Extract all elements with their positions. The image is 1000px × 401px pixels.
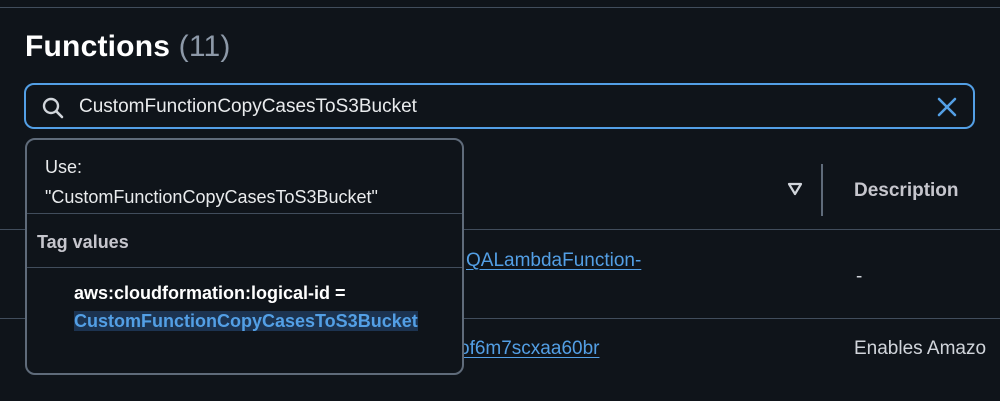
use-value: "CustomFunctionCopyCasesToS3Bucket" bbox=[45, 187, 378, 207]
tag-key-label: aws:cloudformation:logical-id = bbox=[74, 283, 346, 303]
top-divider bbox=[0, 7, 1000, 8]
page-title: Functions (11) bbox=[25, 30, 231, 64]
group-label-tag-values: Tag values bbox=[37, 232, 129, 252]
column-resize-handle[interactable] bbox=[821, 164, 823, 216]
function-description: Enables Amazo bbox=[854, 338, 987, 359]
use-search-option[interactable]: Use: "CustomFunctionCopyCasesToS3Bucket" bbox=[45, 152, 378, 212]
function-name-link[interactable]: of6m7scxaa60br bbox=[459, 338, 599, 360]
dropdown-divider bbox=[27, 267, 462, 268]
function-description: - bbox=[856, 266, 863, 287]
search-suggestions-dropdown: Use: "CustomFunctionCopyCasesToS3Bucket"… bbox=[25, 138, 464, 375]
function-count: (11) bbox=[178, 30, 231, 63]
sort-descending-icon[interactable] bbox=[787, 182, 803, 196]
search-input[interactable]: CustomFunctionCopyCasesToS3Bucket bbox=[79, 96, 417, 118]
clear-icon[interactable] bbox=[935, 95, 959, 119]
page-title-text: Functions bbox=[25, 30, 171, 63]
tag-value-highlight: CustomFunctionCopyCasesToS3Bucket bbox=[74, 311, 418, 331]
column-header-description[interactable]: Description bbox=[854, 180, 959, 202]
dropdown-divider bbox=[27, 213, 462, 214]
function-name-link[interactable]: QALambdaFunction- bbox=[466, 250, 641, 272]
use-label: Use: bbox=[45, 157, 83, 177]
tag-value-option[interactable]: aws:cloudformation:logical-id = CustomFu… bbox=[74, 279, 454, 335]
search-field[interactable]: CustomFunctionCopyCasesToS3Bucket bbox=[24, 83, 975, 129]
search-icon bbox=[42, 97, 64, 119]
